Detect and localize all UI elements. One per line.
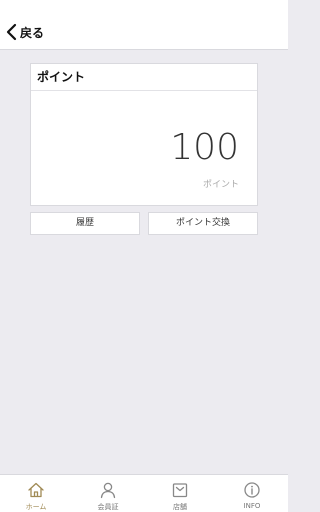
info-icon <box>244 482 260 498</box>
tab-info[interactable]: INFO <box>216 475 288 512</box>
tab-home[interactable]: ホーム <box>0 475 72 512</box>
tab-member-card[interactable]: 会員証 <box>72 475 144 512</box>
back-button[interactable]: 戻る <box>6 22 44 42</box>
store-icon <box>172 483 188 498</box>
points-value: 100 <box>170 127 239 168</box>
header-bar: 戻る <box>0 0 288 50</box>
tab-home-label: ホーム <box>25 503 47 511</box>
point-exchange-button[interactable]: ポイント交換 <box>148 212 258 235</box>
home-icon <box>28 482 44 498</box>
tab-member-card-label: 会員証 <box>97 503 119 511</box>
person-icon <box>100 482 116 499</box>
points-card: ポイント 100 ポイント <box>30 63 258 206</box>
tab-store[interactable]: 店舗 <box>144 475 216 512</box>
points-card-title: ポイント <box>31 64 257 91</box>
tab-info-label: INFO <box>243 502 261 510</box>
back-label: 戻る <box>20 25 45 40</box>
chevron-left-icon <box>6 23 17 41</box>
history-button[interactable]: 履歴 <box>30 212 140 235</box>
points-unit: ポイント <box>202 180 239 190</box>
tab-bar: ホーム 会員証 店舗 INFO <box>0 474 288 512</box>
tab-store-label: 店舗 <box>173 503 187 511</box>
